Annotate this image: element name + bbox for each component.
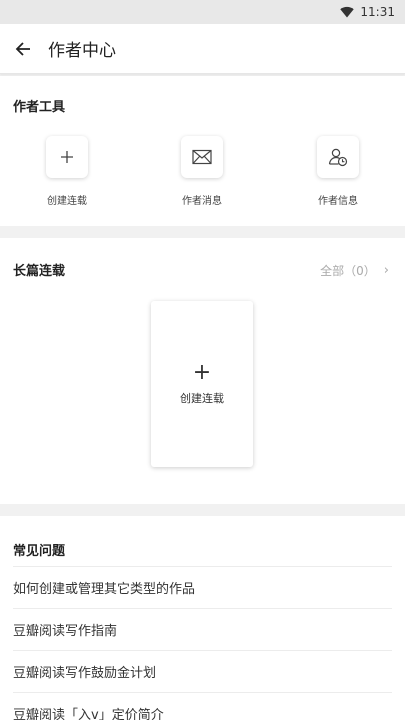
tool-author-messages-label: 作者消息: [182, 196, 222, 207]
author-tools-section: 作者工具 创建连载 作者消息 作者信息: [0, 76, 405, 226]
faq-item[interactable]: 如何创建或管理其它类型的作品: [13, 566, 392, 608]
wifi-icon: [340, 6, 355, 18]
tool-create-serial-label: 创建连载: [47, 196, 87, 207]
faq-item[interactable]: 豆瓣阅读写作鼓励金计划: [13, 650, 392, 692]
chevron-right-icon: ›: [383, 263, 389, 278]
faq-title: 常见问题: [13, 544, 66, 559]
tool-author-info[interactable]: 作者信息: [298, 136, 378, 207]
faq-item[interactable]: 豆瓣阅读写作指南: [13, 608, 392, 650]
plus-icon: [61, 151, 73, 163]
status-time: 11:31: [360, 5, 395, 19]
page-title: 作者中心: [48, 41, 116, 61]
back-button[interactable]: [0, 24, 46, 74]
author-tools-title: 作者工具: [13, 100, 66, 115]
see-all-link[interactable]: 全部（0） ›: [320, 262, 389, 279]
status-bar: 11:31: [0, 0, 405, 24]
plus-icon: +: [192, 360, 212, 385]
back-arrow-icon: [15, 41, 30, 56]
mail-icon: [192, 149, 212, 165]
see-all-label: 全部（0）: [320, 264, 376, 278]
long-serials-title: 长篇连载: [13, 264, 66, 279]
long-serials-section: 长篇连载 全部（0） › + 创建连载: [0, 238, 405, 504]
user-clock-icon: [328, 148, 348, 167]
create-serial-card[interactable]: + 创建连载: [151, 301, 253, 467]
faq-section: 常见问题 如何创建或管理其它类型的作品 豆瓣阅读写作指南 豆瓣阅读写作鼓励金计划…: [0, 516, 405, 720]
faq-item[interactable]: 豆瓣阅读「入v」定价简介: [13, 692, 392, 720]
app-bar: 作者中心: [0, 24, 405, 74]
tool-author-info-label: 作者信息: [318, 196, 358, 207]
tool-create-serial[interactable]: 创建连载: [27, 136, 107, 207]
create-serial-label: 创建连载: [180, 392, 224, 405]
tool-author-messages[interactable]: 作者消息: [162, 136, 242, 207]
